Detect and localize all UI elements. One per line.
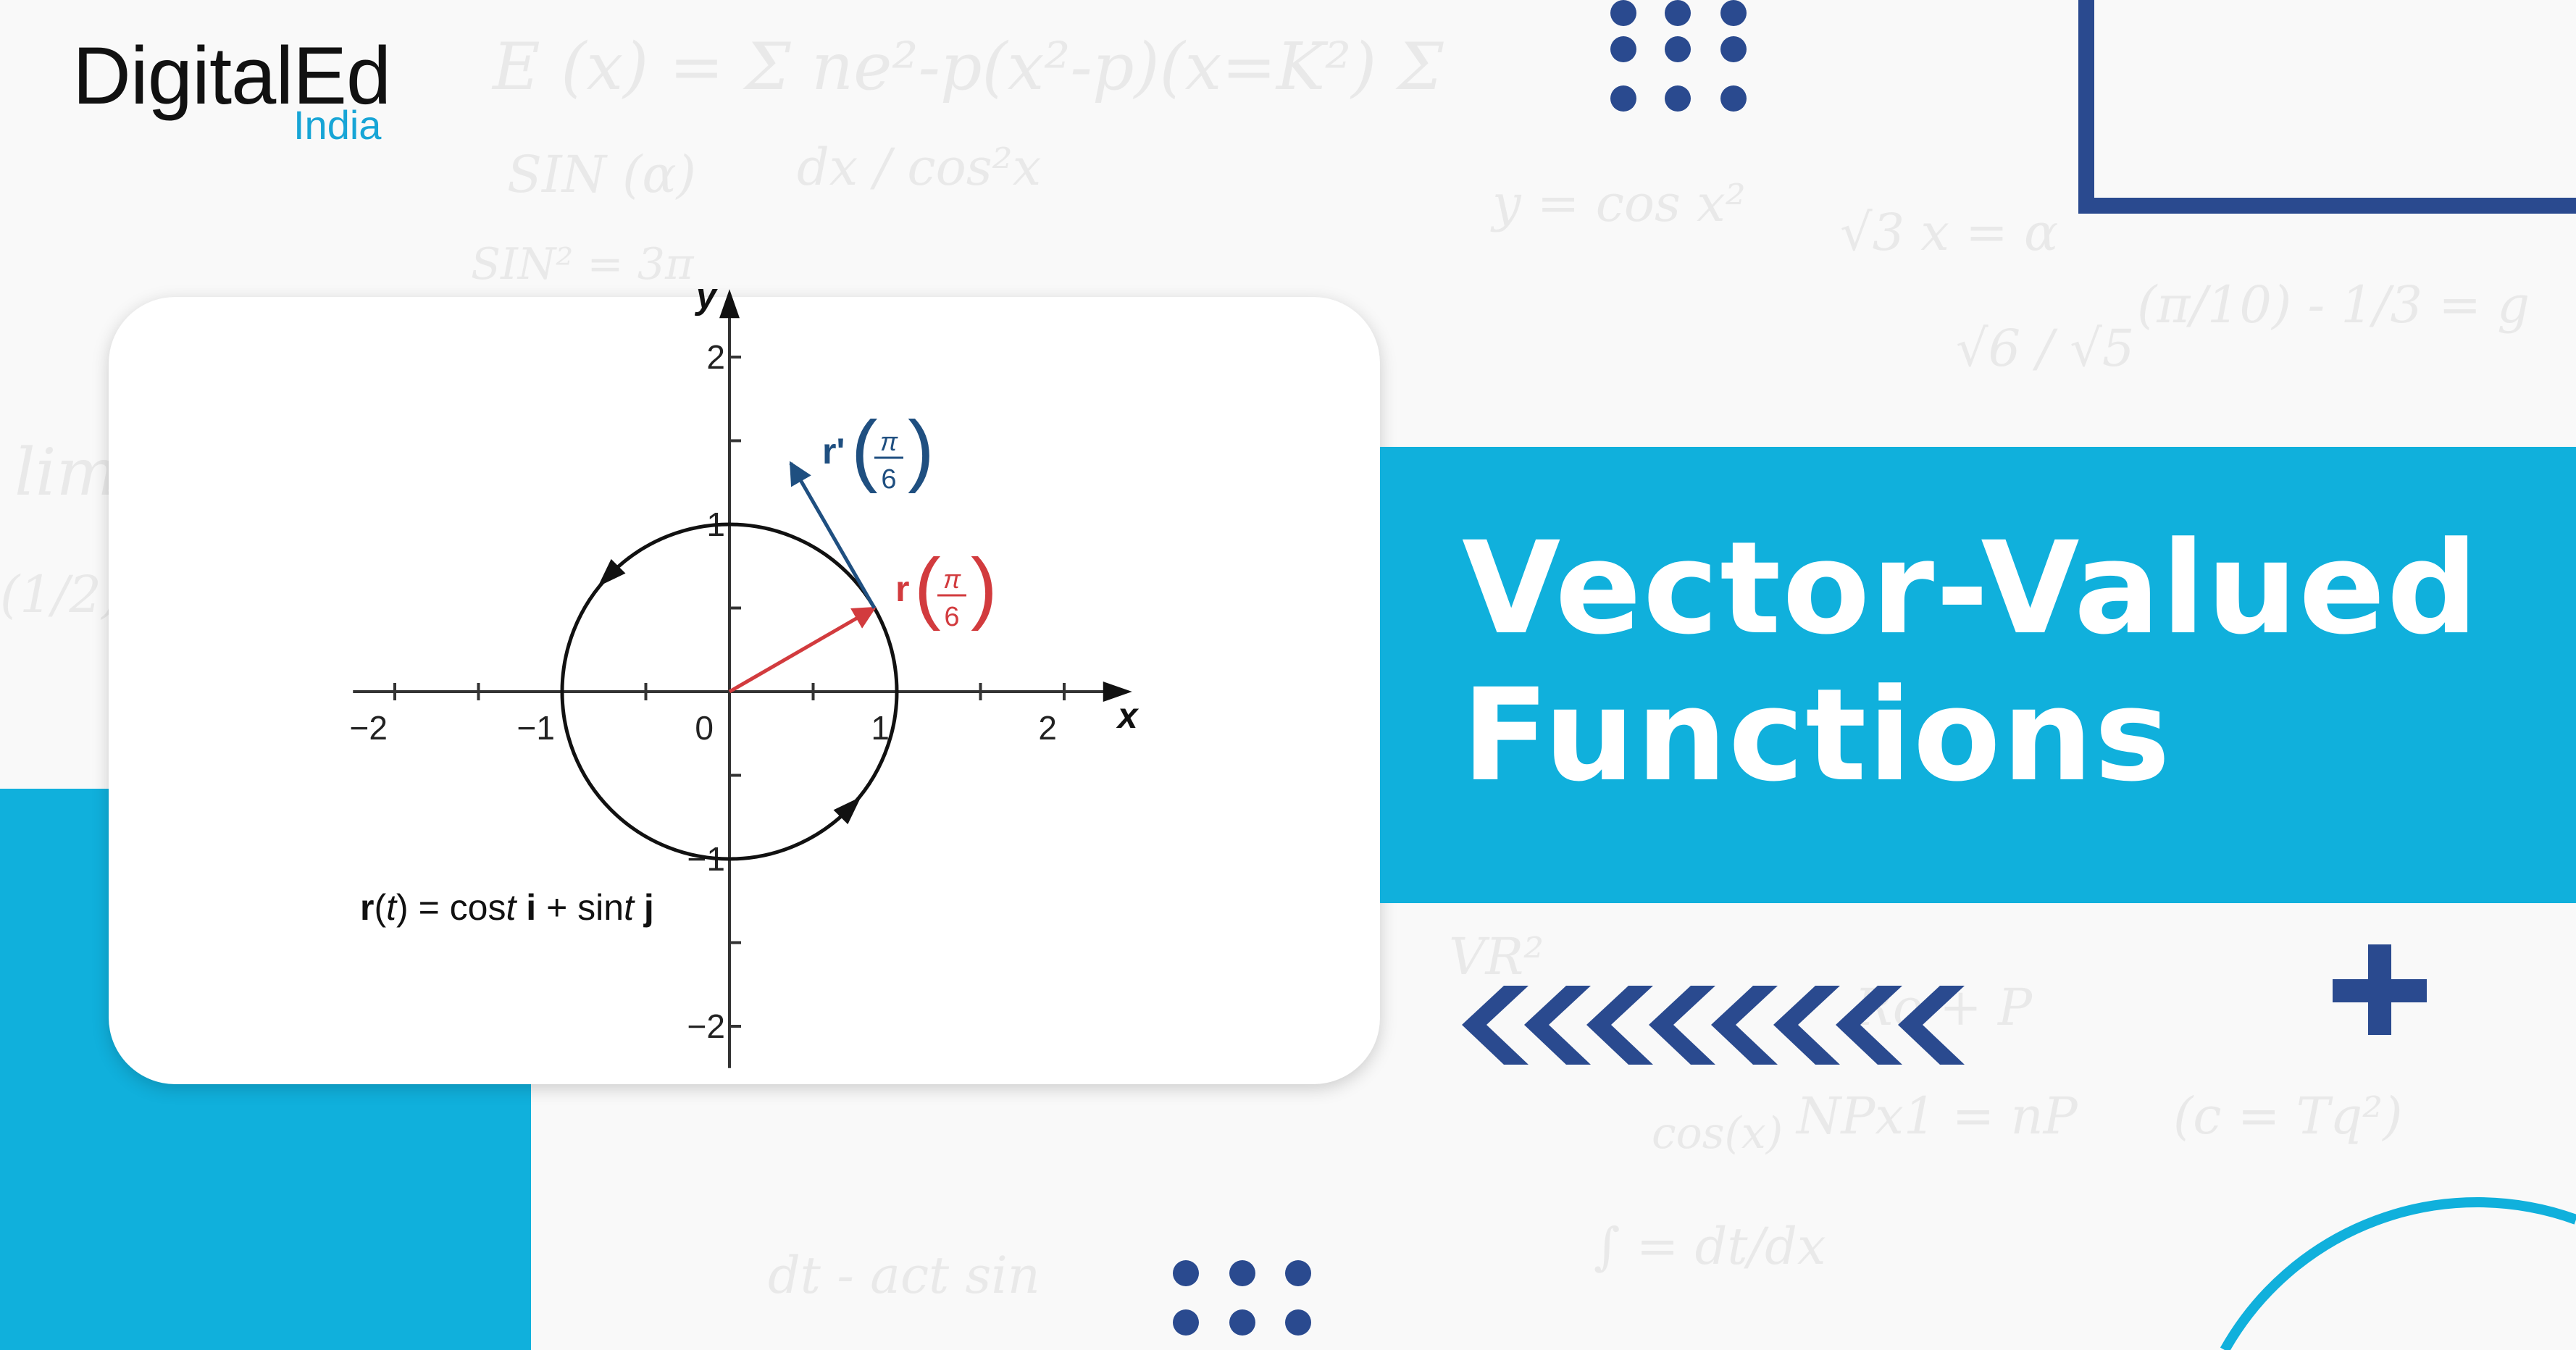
formula: r(t) = cost i + sint j (360, 887, 654, 928)
x-tick-label: 1 (871, 709, 890, 747)
y-axis-arrow-icon (719, 289, 740, 319)
x-tick-label: −1 (517, 709, 555, 747)
x-tick-label: 0 (695, 709, 714, 747)
chevron-left-icon (1462, 986, 1529, 1065)
formula-part: ) = cos (396, 887, 506, 928)
chevron-left-icon (1524, 986, 1591, 1065)
chevron-left-icon (1586, 986, 1653, 1065)
vector-label-name: r (895, 569, 909, 609)
chevron-left-icon (1649, 986, 1715, 1065)
arg-numerator: π (880, 427, 898, 456)
paren-left: ( (851, 405, 878, 494)
arg-denominator: 6 (881, 464, 896, 495)
chevron-left-icon (1773, 986, 1840, 1065)
formula-part: i (516, 887, 536, 928)
arg-denominator: 6 (944, 602, 959, 632)
arg-numerator: π (943, 564, 961, 594)
formula-part: ( (374, 887, 386, 928)
decor-svg: −2 −1 0 1 221−1−2xyr'(π6)r(π6)r(t) = cost i … (350, 275, 2576, 1350)
y-tick-label: 2 (706, 338, 725, 376)
vector-figure: −2 −1 0 1 221−1−2xyr'(π6)r(π6)r(t) = cost i … (350, 275, 1139, 1068)
formula-part: r (360, 887, 374, 928)
vector-label-name: r' (822, 431, 845, 471)
r-label: r(π 6) (895, 542, 998, 632)
r-prime-label: r'(π 6) (822, 405, 934, 495)
x-tick-label: 2 (1038, 709, 1057, 747)
x-axis-label: x (1116, 695, 1139, 736)
paren-right: ) (971, 542, 998, 632)
paren-right: ) (908, 405, 934, 494)
y-tick-label: −2 (687, 1007, 725, 1045)
x-tick-label: −2 (350, 709, 388, 747)
paren-left: ( (914, 542, 941, 632)
chevron-left-icon (1836, 986, 1902, 1065)
chevron-left-icon (1898, 986, 1965, 1065)
chevron-left-icons (1462, 986, 1965, 1065)
chevron-left-icon (1711, 986, 1778, 1065)
formula-part: + sin (536, 887, 624, 928)
r-vector (728, 606, 877, 694)
decorative-arc (2220, 1197, 2576, 1350)
y-axis-label: y (694, 275, 718, 316)
formula-part: j (634, 887, 654, 928)
